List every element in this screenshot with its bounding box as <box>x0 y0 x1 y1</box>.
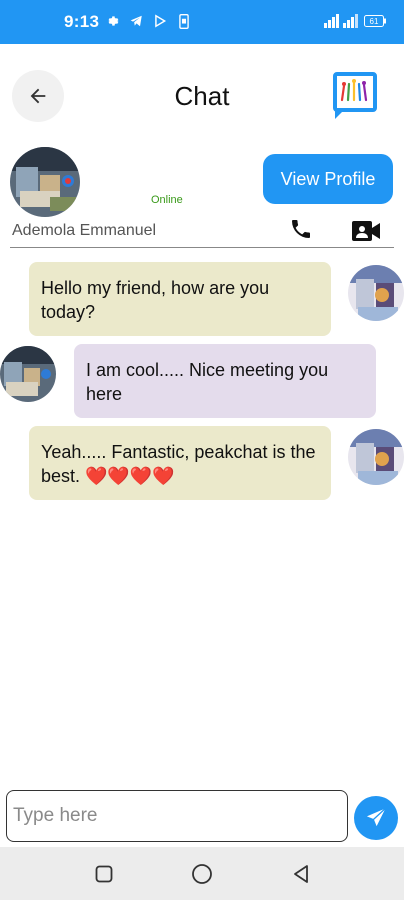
battery-icon: 61 <box>364 13 386 29</box>
system-nav-bar <box>0 847 404 900</box>
message-text: Hello my friend, how are you today? <box>41 278 270 322</box>
battery-level: 61 <box>370 17 379 26</box>
online-status: Online <box>151 194 183 206</box>
recent-apps-button[interactable] <box>93 863 115 885</box>
message-input[interactable] <box>6 790 348 842</box>
contact-message-avatar[interactable] <box>0 346 56 402</box>
app-logo-icon <box>332 72 378 120</box>
triangle-back-icon <box>294 865 308 883</box>
status-icons-right: 61 <box>324 13 386 29</box>
message-text: Yeah..... Fantastic, peakchat is the bes… <box>41 442 316 486</box>
nav-back-button[interactable] <box>290 863 312 885</box>
contact-profile: Online View Profile Ademola Emmanuel <box>0 144 404 250</box>
signal-icon <box>324 13 358 29</box>
my-avatar[interactable] <box>348 429 404 485</box>
phone-sim-icon <box>176 13 192 29</box>
view-profile-button[interactable]: View Profile <box>263 154 393 204</box>
my-avatar[interactable] <box>348 265 404 321</box>
message-text: I am cool..... Nice meeting you here <box>86 360 329 404</box>
call-button[interactable] <box>288 216 314 242</box>
square-icon <box>95 865 113 883</box>
contact-avatar[interactable] <box>10 147 80 217</box>
telegram-icon <box>128 13 144 29</box>
send-button[interactable] <box>354 796 398 840</box>
send-icon <box>364 806 388 829</box>
contact-name: Ademola Emmanuel <box>12 222 157 239</box>
gear-icon <box>104 13 120 29</box>
header: Chat <box>0 44 404 144</box>
profile-divider <box>10 247 394 248</box>
message-bubble-sent[interactable]: Hello my friend, how are you today? <box>29 262 331 336</box>
video-call-icon <box>352 221 380 241</box>
status-icons-left <box>104 13 192 29</box>
status-bar: 9:13 61 <box>0 0 404 44</box>
status-time: 9:13 <box>64 12 100 31</box>
circle-icon <box>192 864 212 884</box>
message-bubble-received[interactable]: I am cool..... Nice meeting you here <box>74 344 376 418</box>
home-button[interactable] <box>191 863 213 885</box>
play-store-icon <box>152 13 168 29</box>
phone-icon <box>292 220 310 238</box>
video-call-button[interactable] <box>350 218 382 244</box>
message-bubble-sent[interactable]: Yeah..... Fantastic, peakchat is the bes… <box>29 426 331 500</box>
